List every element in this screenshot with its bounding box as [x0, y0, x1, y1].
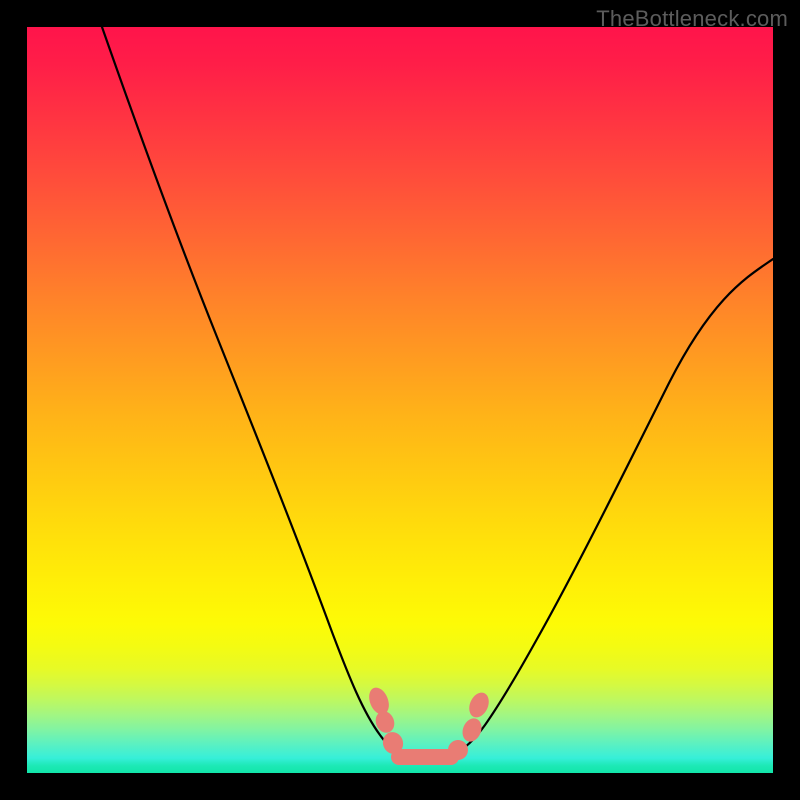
watermark-text: TheBottleneck.com: [596, 6, 788, 32]
marker-right-mid: [459, 716, 485, 745]
bottleneck-curve: [102, 27, 773, 759]
curve-svg: [27, 27, 773, 773]
marker-left-upper: [365, 685, 392, 718]
plot-area: [27, 27, 773, 773]
marker-right-upper: [465, 689, 492, 720]
chart-frame: TheBottleneck.com: [0, 0, 800, 800]
marker-bottom-capsule: [391, 749, 459, 765]
